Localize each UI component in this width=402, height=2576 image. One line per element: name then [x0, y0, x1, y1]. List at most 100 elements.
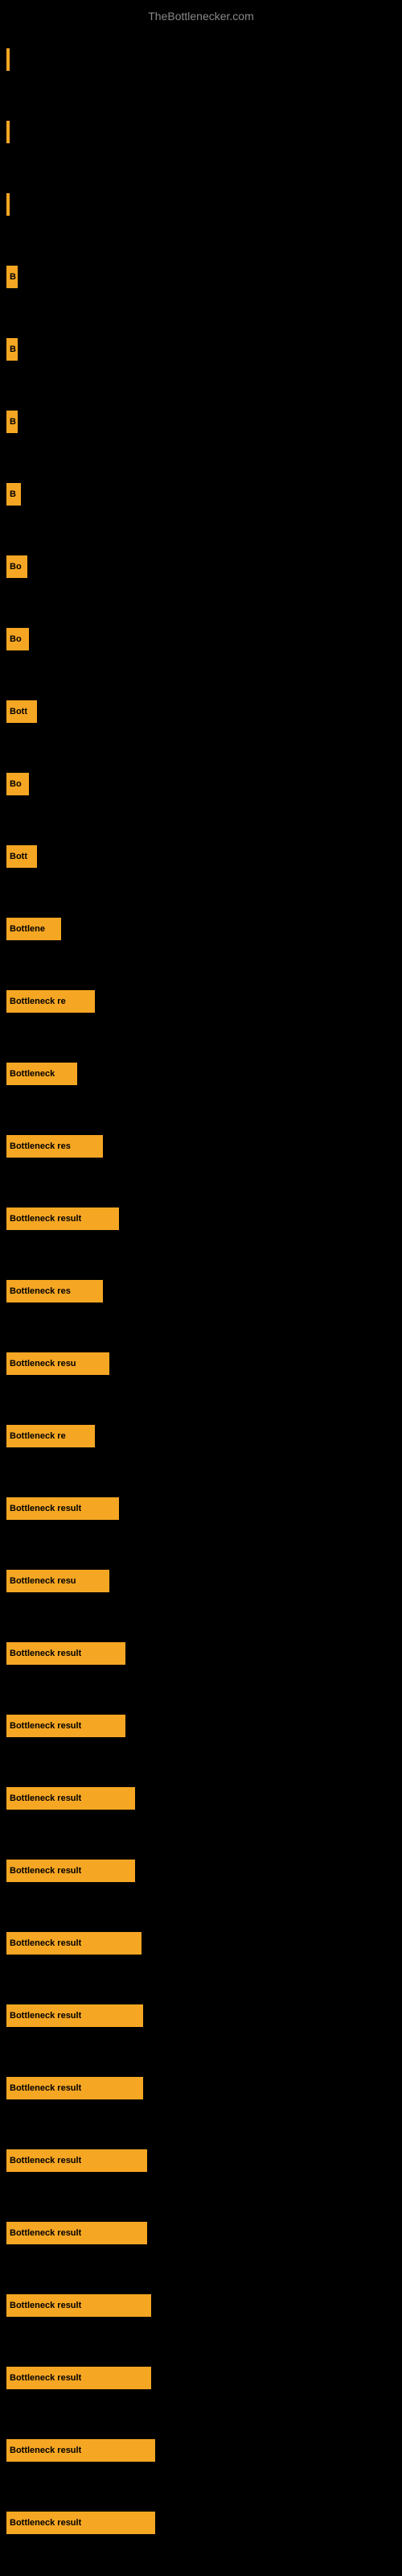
bar-19: Bottleneck re [6, 1425, 95, 1447]
bar-label-27: Bottleneck result [10, 2011, 81, 2021]
bar-row-2 [6, 193, 10, 216]
bar-label-26: Bottleneck result [10, 1938, 81, 1948]
bar-label-18: Bottleneck resu [10, 1359, 76, 1368]
bar-label-12: Bottlene [10, 924, 45, 934]
bar-5: B [6, 411, 18, 433]
bar-22: Bottleneck result [6, 1642, 125, 1665]
bar-8: Bo [6, 628, 29, 650]
bar-12: Bottlene [6, 918, 61, 940]
bar-29: Bottleneck result [6, 2149, 147, 2172]
bar-33: Bottleneck result [6, 2439, 155, 2462]
bar-label-28: Bottleneck result [10, 2083, 81, 2093]
bar-label-21: Bottleneck resu [10, 1576, 76, 1586]
bar-label-22: Bottleneck result [10, 1649, 81, 1658]
bar-6: B [6, 483, 21, 506]
bar-17: Bottleneck res [6, 1280, 103, 1302]
bar-label-30: Bottleneck result [10, 2228, 81, 2238]
bar-9: Bott [6, 700, 37, 723]
bar-label-19: Bottleneck re [10, 1431, 66, 1441]
bar-row-9: Bott [6, 700, 37, 723]
bar-label-17: Bottleneck res [10, 1286, 71, 1296]
bar-1 [6, 121, 10, 143]
bar-7: Bo [6, 555, 27, 578]
bar-row-21: Bottleneck resu [6, 1570, 109, 1592]
bar-10: Bo [6, 773, 29, 795]
bar-30: Bottleneck result [6, 2222, 147, 2244]
bar-row-5: B [6, 411, 18, 433]
bar-label-6: B [10, 489, 16, 499]
bar-row-22: Bottleneck result [6, 1642, 125, 1665]
bar-label-11: Bott [10, 852, 27, 861]
bar-27: Bottleneck result [6, 2004, 143, 2027]
bar-3: B [6, 266, 18, 288]
bar-label-4: B [10, 345, 16, 354]
bar-label-16: Bottleneck result [10, 1214, 81, 1224]
bar-16: Bottleneck result [6, 1208, 119, 1230]
bar-row-4: B [6, 338, 18, 361]
bar-row-16: Bottleneck result [6, 1208, 119, 1230]
bar-row-24: Bottleneck result [6, 1787, 135, 1810]
bar-28: Bottleneck result [6, 2077, 143, 2099]
bar-0 [6, 48, 10, 71]
bar-label-13: Bottleneck re [10, 997, 66, 1006]
bar-row-23: Bottleneck result [6, 1715, 125, 1737]
bar-row-34: Bottleneck result [6, 2512, 155, 2534]
bar-row-25: Bottleneck result [6, 1860, 135, 1882]
bar-row-15: Bottleneck res [6, 1135, 103, 1158]
bar-label-33: Bottleneck result [10, 2446, 81, 2455]
bar-26: Bottleneck result [6, 1932, 142, 1955]
bar-18: Bottleneck resu [6, 1352, 109, 1375]
bar-34: Bottleneck result [6, 2512, 155, 2534]
bar-label-24: Bottleneck result [10, 1794, 81, 1803]
bar-label-32: Bottleneck result [10, 2373, 81, 2383]
bar-4: B [6, 338, 18, 361]
bar-row-12: Bottlene [6, 918, 61, 940]
bar-row-1 [6, 121, 10, 143]
bar-21: Bottleneck resu [6, 1570, 109, 1592]
bar-24: Bottleneck result [6, 1787, 135, 1810]
bar-row-18: Bottleneck resu [6, 1352, 109, 1375]
bar-row-7: Bo [6, 555, 27, 578]
bar-row-30: Bottleneck result [6, 2222, 147, 2244]
bar-row-0 [6, 48, 10, 71]
bar-row-31: Bottleneck result [6, 2294, 151, 2317]
bar-row-3: B [6, 266, 18, 288]
bar-row-26: Bottleneck result [6, 1932, 142, 1955]
bar-2 [6, 193, 10, 216]
bar-label-10: Bo [10, 779, 22, 789]
bar-row-32: Bottleneck result [6, 2367, 151, 2389]
site-title: TheBottlenecker.com [0, 3, 402, 29]
bar-label-29: Bottleneck result [10, 2156, 81, 2165]
bar-label-9: Bott [10, 707, 27, 716]
bar-row-28: Bottleneck result [6, 2077, 143, 2099]
bar-label-15: Bottleneck res [10, 1141, 71, 1151]
bar-row-17: Bottleneck res [6, 1280, 103, 1302]
bar-32: Bottleneck result [6, 2367, 151, 2389]
bar-row-27: Bottleneck result [6, 2004, 143, 2027]
bar-31: Bottleneck result [6, 2294, 151, 2317]
bar-15: Bottleneck res [6, 1135, 103, 1158]
bar-label-31: Bottleneck result [10, 2301, 81, 2310]
bar-11: Bott [6, 845, 37, 868]
bar-row-8: Bo [6, 628, 29, 650]
bar-label-25: Bottleneck result [10, 1866, 81, 1876]
bar-label-14: Bottleneck [10, 1069, 55, 1079]
bar-label-34: Bottleneck result [10, 2518, 81, 2528]
bar-row-10: Bo [6, 773, 29, 795]
bar-row-14: Bottleneck [6, 1063, 77, 1085]
bar-label-20: Bottleneck result [10, 1504, 81, 1513]
bar-row-20: Bottleneck result [6, 1497, 119, 1520]
bar-row-33: Bottleneck result [6, 2439, 155, 2462]
bar-label-5: B [10, 417, 16, 427]
bar-row-6: B [6, 483, 21, 506]
bar-23: Bottleneck result [6, 1715, 125, 1737]
bar-label-23: Bottleneck result [10, 1721, 81, 1731]
bar-row-11: Bott [6, 845, 37, 868]
bar-row-29: Bottleneck result [6, 2149, 147, 2172]
bar-label-8: Bo [10, 634, 22, 644]
bar-row-19: Bottleneck re [6, 1425, 95, 1447]
bar-13: Bottleneck re [6, 990, 95, 1013]
bar-25: Bottleneck result [6, 1860, 135, 1882]
bar-row-13: Bottleneck re [6, 990, 95, 1013]
bar-label-7: Bo [10, 562, 22, 572]
